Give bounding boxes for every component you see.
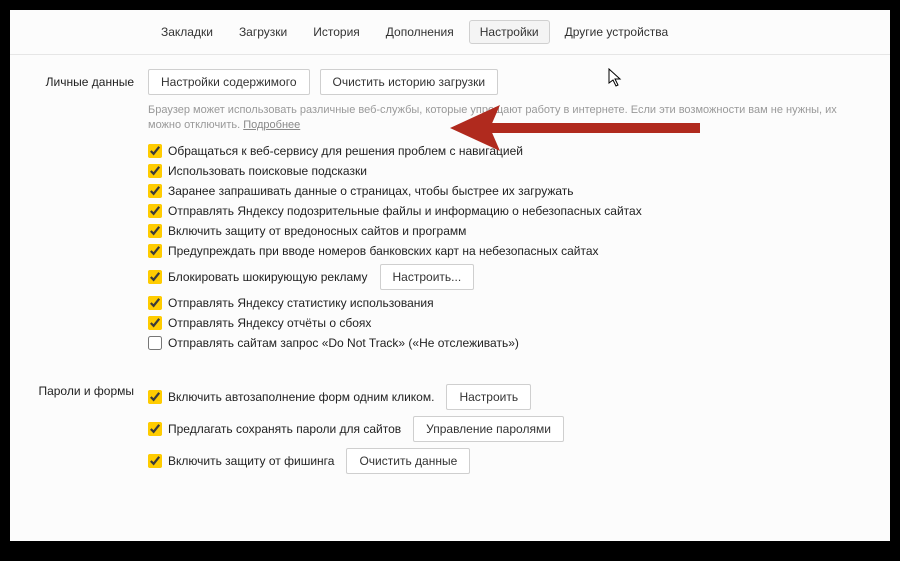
- checkbox-prefetch[interactable]: [148, 184, 162, 198]
- label-autofill[interactable]: Включить автозаполнение форм одним клико…: [168, 390, 434, 404]
- checkbox-usage-stats[interactable]: [148, 296, 162, 310]
- opt-crash-reports: Отправлять Яндексу отчёты о сбоях: [148, 316, 866, 330]
- content-settings-button[interactable]: Настройки содержимого: [148, 69, 310, 95]
- opt-malware-protect: Включить защиту от вредоносных сайтов и …: [148, 224, 866, 238]
- manage-passwords-button[interactable]: Управление паролями: [413, 416, 564, 442]
- opt-card-warn: Предупреждать при вводе номеров банковск…: [148, 244, 866, 258]
- hint-more-link[interactable]: Подробнее: [243, 119, 300, 131]
- checkbox-autofill[interactable]: [148, 390, 162, 404]
- opt-save-passwords: Предлагать сохранять пароли для сайтов У…: [148, 416, 866, 442]
- opt-send-suspicious: Отправлять Яндексу подозрительные файлы …: [148, 204, 866, 218]
- opt-search-suggest: Использовать поисковые подсказки: [148, 164, 866, 178]
- tab-history[interactable]: История: [302, 20, 371, 44]
- label-do-not-track[interactable]: Отправлять сайтам запрос «Do Not Track» …: [168, 336, 519, 350]
- tab-settings[interactable]: Настройки: [469, 20, 550, 44]
- section-personal-data: Личные данные Настройки содержимого Очис…: [10, 55, 890, 356]
- opt-autofill: Включить автозаполнение форм одним клико…: [148, 384, 866, 410]
- configure-autofill-button[interactable]: Настроить: [446, 384, 531, 410]
- configure-shock-ads-button[interactable]: Настроить...: [380, 264, 475, 290]
- checkbox-nav-error-help[interactable]: [148, 144, 162, 158]
- label-phishing-protect[interactable]: Включить защиту от фишинга: [168, 454, 334, 468]
- checkbox-card-warn[interactable]: [148, 244, 162, 258]
- label-nav-error-help[interactable]: Обращаться к веб-сервису для решения про…: [168, 144, 523, 158]
- opt-prefetch: Заранее запрашивать данные о страницах, …: [148, 184, 866, 198]
- tab-devices[interactable]: Другие устройства: [554, 20, 680, 44]
- tab-addons[interactable]: Дополнения: [375, 20, 465, 44]
- label-card-warn[interactable]: Предупреждать при вводе номеров банковск…: [168, 244, 599, 258]
- opt-nav-error-help: Обращаться к веб-сервису для решения про…: [148, 144, 866, 158]
- checkbox-do-not-track[interactable]: [148, 336, 162, 350]
- label-usage-stats[interactable]: Отправлять Яндексу статистику использова…: [168, 296, 434, 310]
- opt-usage-stats: Отправлять Яндексу статистику использова…: [148, 296, 866, 310]
- checkbox-send-suspicious[interactable]: [148, 204, 162, 218]
- top-nav: Закладки Загрузки История Дополнения Нас…: [10, 10, 890, 55]
- opt-phishing-protect: Включить защиту от фишинга Очистить данн…: [148, 448, 866, 474]
- section-passwords-forms: Пароли и формы Включить автозаполнение ф…: [10, 356, 890, 480]
- checkbox-block-shock-ads[interactable]: [148, 270, 162, 284]
- hint-text: Браузер может использовать различные веб…: [148, 103, 866, 134]
- label-malware-protect[interactable]: Включить защиту от вредоносных сайтов и …: [168, 224, 466, 238]
- label-block-shock-ads[interactable]: Блокировать шокирующую рекламу: [168, 270, 368, 284]
- clear-download-history-button[interactable]: Очистить историю загрузки: [320, 69, 499, 95]
- opt-block-shock-ads: Блокировать шокирующую рекламу Настроить…: [148, 264, 866, 290]
- tab-bookmarks[interactable]: Закладки: [150, 20, 224, 44]
- checkbox-save-passwords[interactable]: [148, 422, 162, 436]
- tab-downloads[interactable]: Загрузки: [228, 20, 298, 44]
- label-send-suspicious[interactable]: Отправлять Яндексу подозрительные файлы …: [168, 204, 642, 218]
- checkbox-phishing-protect[interactable]: [148, 454, 162, 468]
- label-search-suggest[interactable]: Использовать поисковые подсказки: [168, 164, 367, 178]
- section-title-passwords: Пароли и формы: [10, 378, 148, 480]
- section-title-personal: Личные данные: [10, 69, 148, 356]
- opt-do-not-track: Отправлять сайтам запрос «Do Not Track» …: [148, 336, 866, 350]
- label-save-passwords[interactable]: Предлагать сохранять пароли для сайтов: [168, 422, 401, 436]
- checkbox-search-suggest[interactable]: [148, 164, 162, 178]
- checkbox-malware-protect[interactable]: [148, 224, 162, 238]
- label-crash-reports[interactable]: Отправлять Яндексу отчёты о сбоях: [168, 316, 371, 330]
- label-prefetch[interactable]: Заранее запрашивать данные о страницах, …: [168, 184, 574, 198]
- clear-data-button[interactable]: Очистить данные: [346, 448, 470, 474]
- checkbox-crash-reports[interactable]: [148, 316, 162, 330]
